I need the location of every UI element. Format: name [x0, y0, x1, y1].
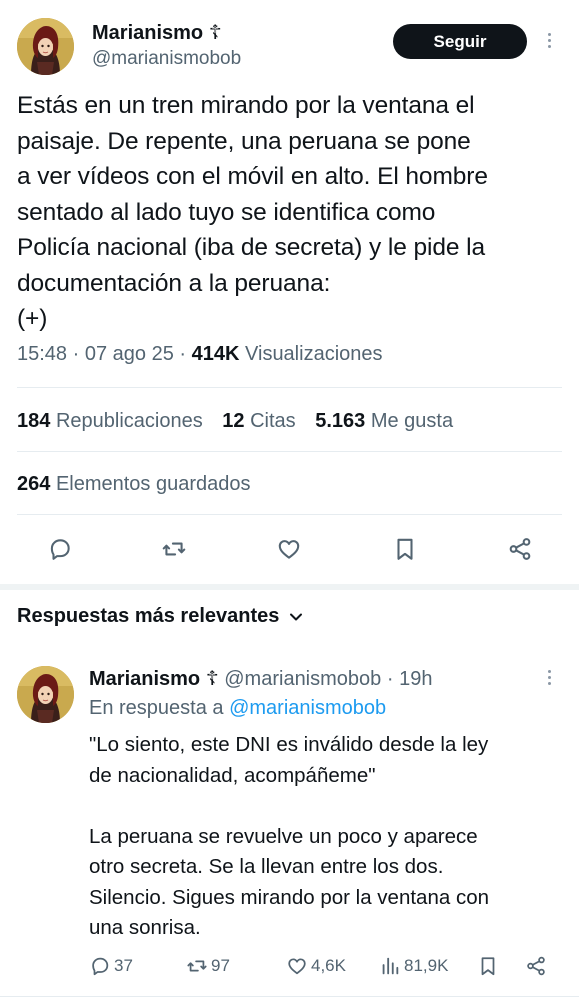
share-icon[interactable] [506, 535, 534, 563]
bookmark-icon [481, 957, 495, 976]
replies-sort-label: Respuestas más relevantes [17, 605, 280, 627]
follow-button[interactable]: Seguir [393, 24, 527, 59]
likes-label: Me gusta [370, 410, 454, 432]
tweet-text: Estás en un tren mirando por la ventana … [17, 92, 488, 332]
reposts-stat[interactable]: 184 Republicaciones [17, 410, 203, 432]
quotes-stat[interactable]: 12 Citas [222, 410, 295, 432]
share-icon [527, 956, 545, 976]
views-label: Visualizaciones [245, 343, 383, 365]
reply-repost-count: 97 [211, 956, 230, 975]
reply-repost-button[interactable]: 97 [186, 955, 230, 977]
bookmark-icon[interactable] [391, 535, 419, 563]
reply-share-button[interactable] [525, 955, 547, 977]
section-separator [0, 584, 579, 590]
reply-reply-count: 37 [114, 956, 133, 975]
reply-icon[interactable] [46, 535, 74, 563]
bookmarks-stat[interactable]: 264 Elementos guardados [17, 473, 251, 496]
reposts-count: 184 [17, 410, 51, 432]
views-icon [382, 957, 399, 975]
reply-author-handle[interactable]: @marianismobob [224, 668, 381, 690]
chevron-down-icon [289, 605, 303, 628]
meta-separator: · [386, 668, 394, 690]
reply-views-button[interactable]: 81,9K [379, 955, 448, 977]
divider [0, 996, 579, 997]
divider [17, 387, 562, 388]
in-reply-handle-link[interactable]: @marianismobob [229, 697, 386, 719]
bookmarks-count: 264 [17, 473, 51, 495]
reply-like-count: 4,6K [311, 956, 346, 975]
reply-author-name[interactable]: Marianismo ☦ [89, 668, 219, 690]
likes-stat[interactable]: 5.163 Me gusta [315, 410, 453, 432]
reply-icon [92, 957, 109, 976]
engagement-stats: 184 Republicaciones 12 Citas 5.163 Me gu… [17, 410, 467, 433]
reply-text: "Lo siento, este DNI es inválido desde l… [89, 733, 489, 939]
divider [17, 451, 562, 452]
in-reply-to: En respuesta a @marianismobob [89, 697, 386, 720]
like-icon[interactable] [275, 535, 303, 563]
meta-separator: · [72, 343, 80, 365]
repost-icon[interactable] [160, 535, 188, 563]
replies-sort-dropdown[interactable]: Respuestas más relevantes [17, 605, 303, 628]
bookmarks-label: Elementos guardados [55, 473, 251, 495]
meta-separator: · [179, 343, 187, 365]
reply-like-button[interactable]: 4,6K [286, 955, 346, 977]
more-options-icon[interactable] [548, 670, 552, 685]
quotes-count: 12 [222, 410, 245, 432]
reply-view-count: 81,9K [404, 956, 449, 975]
quotes-label: Citas [250, 410, 296, 432]
in-reply-prefix: En respuesta a [89, 697, 224, 719]
more-options-icon[interactable] [548, 33, 552, 48]
reply-header: Marianismo ☦ @marianismobob · 19h [89, 666, 432, 691]
tweet-time[interactable]: 15:48 [17, 343, 67, 365]
likes-count: 5.163 [315, 410, 366, 432]
reply-bookmark-button[interactable] [477, 955, 499, 977]
divider [17, 514, 562, 515]
tweet-date[interactable]: 07 ago 25 [85, 343, 174, 365]
author-handle[interactable]: @marianismobob [92, 48, 241, 70]
author-name[interactable]: Marianismo ☦ [92, 20, 222, 45]
repost-icon [187, 960, 207, 972]
avatar[interactable] [17, 18, 74, 75]
reposts-label: Republicaciones [55, 410, 203, 432]
avatar[interactable] [17, 666, 74, 723]
reply-reply-button[interactable]: 37 [89, 955, 133, 977]
views-count: 414K [191, 343, 240, 365]
reply-age[interactable]: 19h [399, 668, 432, 690]
tweet-meta: 15:48 · 07 ago 25 · 414K Visualizaciones [17, 343, 383, 366]
like-icon [288, 958, 306, 975]
